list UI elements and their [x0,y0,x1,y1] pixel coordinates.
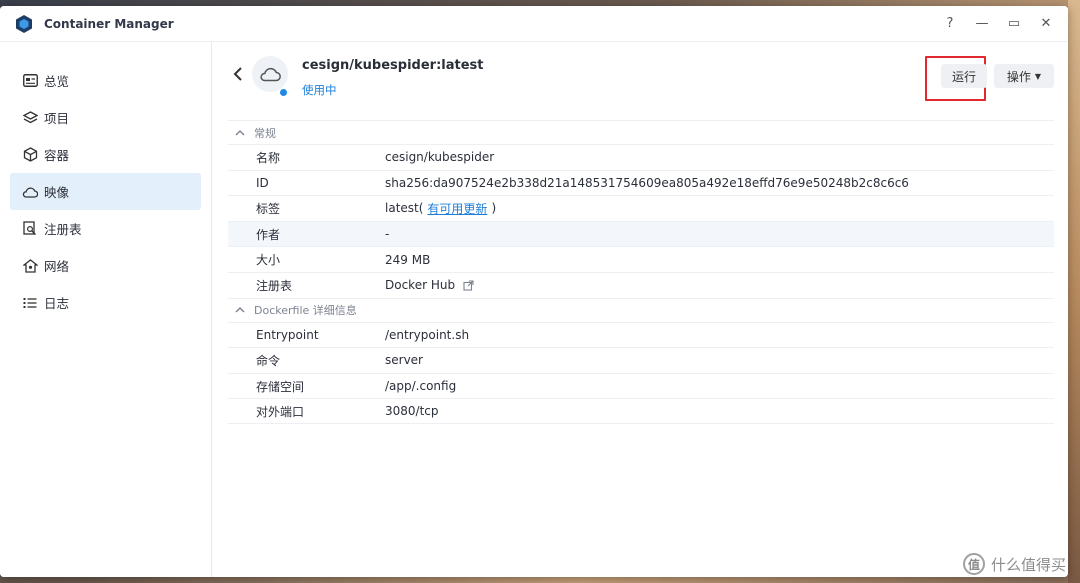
sidebar-item-overview[interactable]: 总览 [10,62,201,99]
section-header-general[interactable]: 常规 [228,120,1054,144]
detail-value: /entrypoint.sh [385,327,470,342]
tag-value: latest( [385,201,424,216]
title-bar: Container Manager ? — ▭ ✕ [0,6,1068,42]
app-title: Container Manager [44,16,174,31]
detail-row-ports: 对外端口 3080/tcp [228,398,1054,424]
detail-key: 存储空间 [256,379,305,394]
network-icon [22,258,38,274]
sidebar-item-registry[interactable]: 注册表 [10,210,201,247]
desktop-background [1068,0,1080,583]
sidebar-item-label: 项目 [44,111,70,126]
detail-value: Docker Hub [385,278,474,292]
sidebar-item-label: 映像 [44,185,70,200]
section-header-dockerfile[interactable]: Dockerfile 详细信息 [228,297,1054,322]
detail-key: 大小 [256,253,281,268]
minimize-button[interactable]: — [974,16,990,32]
details-table: 常规 名称 cesign/kubespider ID sha256:da9075… [228,120,1054,424]
sidebar-item-containers[interactable]: 容器 [10,136,201,173]
detail-key: 标签 [256,201,281,216]
sidebar-item-label: 日志 [44,296,70,311]
image-title: cesign/kubespider:latest [302,58,484,73]
sidebar-item-network[interactable]: 网络 [10,247,201,284]
watermark: 值 什么值得买 [962,553,1066,575]
section-title: 常规 [254,126,276,140]
app-window: Container Manager ? — ▭ ✕ 总览 项目 容器 映像 注册… [0,6,1068,577]
image-header: cesign/kubespider:latest 使用中 运行 操作 ▼ [213,42,1068,112]
detail-key: Entrypoint [256,327,319,342]
overview-icon [22,73,38,89]
registry-value: Docker Hub [385,278,456,293]
sidebar-item-projects[interactable]: 项目 [10,99,201,136]
detail-value: sha256:da907524e2b338d21a148531754609ea8… [385,175,909,190]
external-link-icon[interactable] [463,280,474,291]
watermark-text: 什么值得买 [990,555,1066,574]
detail-row-registry: 注册表 Docker Hub [228,271,1054,298]
detail-value: 3080/tcp [385,404,439,419]
update-available-link[interactable]: 有可用更新 [427,200,487,217]
detail-row-id: ID sha256:da907524e2b338d21a148531754609… [228,169,1054,196]
sidebar: 总览 项目 容器 映像 注册表 网络 日志 [0,42,212,577]
maximize-button[interactable]: ▭ [1006,16,1022,32]
actions-dropdown-button[interactable]: 操作 ▼ [994,64,1054,88]
sidebar-item-label: 网络 [44,259,70,274]
detail-key: 作者 [256,227,281,242]
container-manager-logo-icon [16,14,32,33]
detail-value: latest(有可用更新) [385,200,496,217]
detail-key: 对外端口 [256,404,305,419]
watermark-badge: 值 [962,553,985,575]
detail-row-tag: 标签 latest(有可用更新) [228,195,1054,221]
sidebar-item-images[interactable]: 映像 [10,173,201,210]
detail-key: 命令 [256,353,281,368]
chevron-up-icon [235,307,245,313]
image-avatar [252,56,288,92]
caret-down-icon: ▼ [1034,71,1042,81]
image-status: 使用中 [302,83,337,97]
cloud-icon [22,184,38,200]
list-icon [22,295,38,311]
detail-row-size: 大小 249 MB [228,246,1054,272]
detail-row-name: 名称 cesign/kubespider [228,144,1054,170]
section-title: Dockerfile 详细信息 [254,304,357,318]
registry-search-icon [22,221,38,237]
detail-row-author: 作者 - [228,220,1054,247]
status-dot [279,88,288,97]
help-button[interactable]: ? [942,16,958,32]
sidebar-item-label: 容器 [44,148,70,163]
detail-value: cesign/kubespider [385,150,495,165]
tag-value-end: ) [491,201,497,216]
detail-key: 注册表 [256,278,293,293]
close-button[interactable]: ✕ [1038,16,1054,32]
back-arrow-icon[interactable] [231,66,245,82]
actions-label: 操作 [1006,69,1031,84]
detail-value: /app/.config [385,379,457,394]
detail-key: 名称 [256,150,281,165]
detail-row-command: 命令 server [228,347,1054,373]
detail-row-storage: 存储空间 /app/.config [228,372,1054,399]
detail-value: 249 MB [385,252,431,267]
sidebar-item-logs[interactable]: 日志 [10,284,201,321]
sidebar-item-label: 总览 [44,74,70,89]
detail-value: - [385,227,390,242]
chevron-up-icon [235,129,245,135]
run-button[interactable]: 运行 [941,64,987,88]
detail-row-entrypoint: Entrypoint /entrypoint.sh [228,321,1054,348]
detail-key: ID [256,175,269,190]
layers-icon [22,110,38,126]
detail-value: server [385,353,423,368]
sidebar-item-label: 注册表 [44,222,82,237]
cube-icon [22,147,38,163]
cloud-icon [260,67,281,82]
main-panel: cesign/kubespider:latest 使用中 运行 操作 ▼ 常规 … [213,42,1068,577]
